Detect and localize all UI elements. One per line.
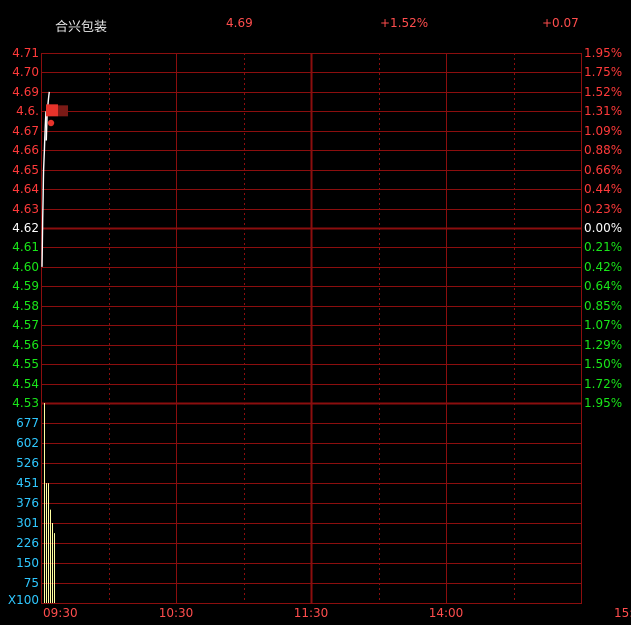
volume-tick-label: 150 (16, 556, 39, 570)
percent-tick-label: 1.09% (584, 124, 622, 138)
price-tick-label: 4.71 (12, 46, 39, 60)
percent-tick-label: 0.44% (584, 182, 622, 196)
time-tick-label: 09:30 (43, 606, 78, 620)
price-tick-label: 4.65 (12, 163, 39, 177)
percent-tick-label: 0.23% (584, 202, 622, 216)
price-tick-label: 4.60 (12, 260, 39, 274)
price-tick-label: 4.56 (12, 338, 39, 352)
percent-tick-label: 1.07% (584, 318, 622, 332)
price-tick-label: 4.6. (16, 104, 39, 118)
percent-tick-label: 1.31% (584, 104, 622, 118)
price-tick-label: 4.62 (12, 221, 39, 235)
price-tick-label: 4.61 (12, 240, 39, 254)
percent-tick-label: 1.50% (584, 357, 622, 371)
percent-tick-label: 0.66% (584, 163, 622, 177)
percent-tick-label: 0.88% (584, 143, 622, 157)
volume-tick-label: 75 (24, 576, 39, 590)
time-tick-label: 15:00 (614, 606, 631, 620)
volume-tick-label: 602 (16, 436, 39, 450)
percent-tick-label: 0.21% (584, 240, 622, 254)
volume-tick-label: 301 (16, 516, 39, 530)
volume-tick-label: 526 (16, 456, 39, 470)
percent-tick-label: 0.64% (584, 279, 622, 293)
price-tick-label: 4.64 (12, 182, 39, 196)
price-tick-label: 4.55 (12, 357, 39, 371)
price-tick-label: 4.54 (12, 377, 39, 391)
percent-tick-label: 1.95% (584, 396, 622, 410)
price-tick-label: 4.63 (12, 202, 39, 216)
intraday-chart: 4.71 4.70 4.69 4.6. 4.67 4.66 4.65 4.64 4.63 4.62… (8, 46, 631, 620)
price-tick-label: 4.70 (12, 65, 39, 79)
price-tick-label: 4.58 (12, 299, 39, 313)
price-tick-label: 4.69 (12, 85, 39, 99)
price-tick-label: 4.59 (12, 279, 39, 293)
volume-tick-label: 376 (16, 496, 39, 510)
percent-tick-label: 1.72% (584, 377, 622, 391)
current-price-marker (46, 104, 58, 117)
percent-tick-label: 0.00% (584, 221, 622, 235)
time-tick-label: 10:30 (159, 606, 194, 620)
volume-unit-label: X100 (8, 593, 39, 607)
price-point-dot (47, 119, 55, 127)
percent-tick-label: 1.75% (584, 65, 622, 79)
price-tick-label: 4.53 (12, 396, 39, 410)
volume-tick-label: 451 (16, 476, 39, 490)
percent-tick-label: 1.29% (584, 338, 622, 352)
price-tick-label: 4.67 (12, 124, 39, 138)
time-tick-label: 11:30 (294, 606, 329, 620)
time-tick-label: 14:00 (429, 606, 464, 620)
volume-tick-label: 226 (16, 536, 39, 550)
price-tick-label: 4.57 (12, 318, 39, 332)
volume-tick-label: 677 (16, 416, 39, 430)
price-tick-label: 4.66 (12, 143, 39, 157)
current-price-marker-shadow (58, 105, 68, 117)
percent-tick-label: 1.52% (584, 85, 622, 99)
percent-tick-label: 0.42% (584, 260, 622, 274)
percent-tick-label: 0.85% (584, 299, 622, 313)
percent-tick-label: 1.95% (584, 46, 622, 60)
